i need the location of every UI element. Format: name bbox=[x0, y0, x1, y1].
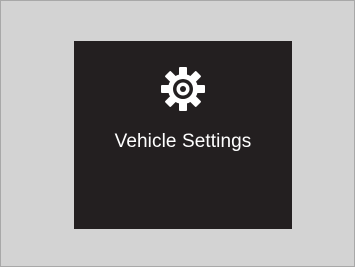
vehicle-settings-label: Vehicle Settings bbox=[114, 131, 252, 152]
vehicle-settings-tile[interactable]: Vehicle Settings bbox=[74, 41, 292, 229]
gear-icon bbox=[161, 67, 205, 111]
figure-frame: Vehicle Settings bbox=[0, 0, 355, 267]
